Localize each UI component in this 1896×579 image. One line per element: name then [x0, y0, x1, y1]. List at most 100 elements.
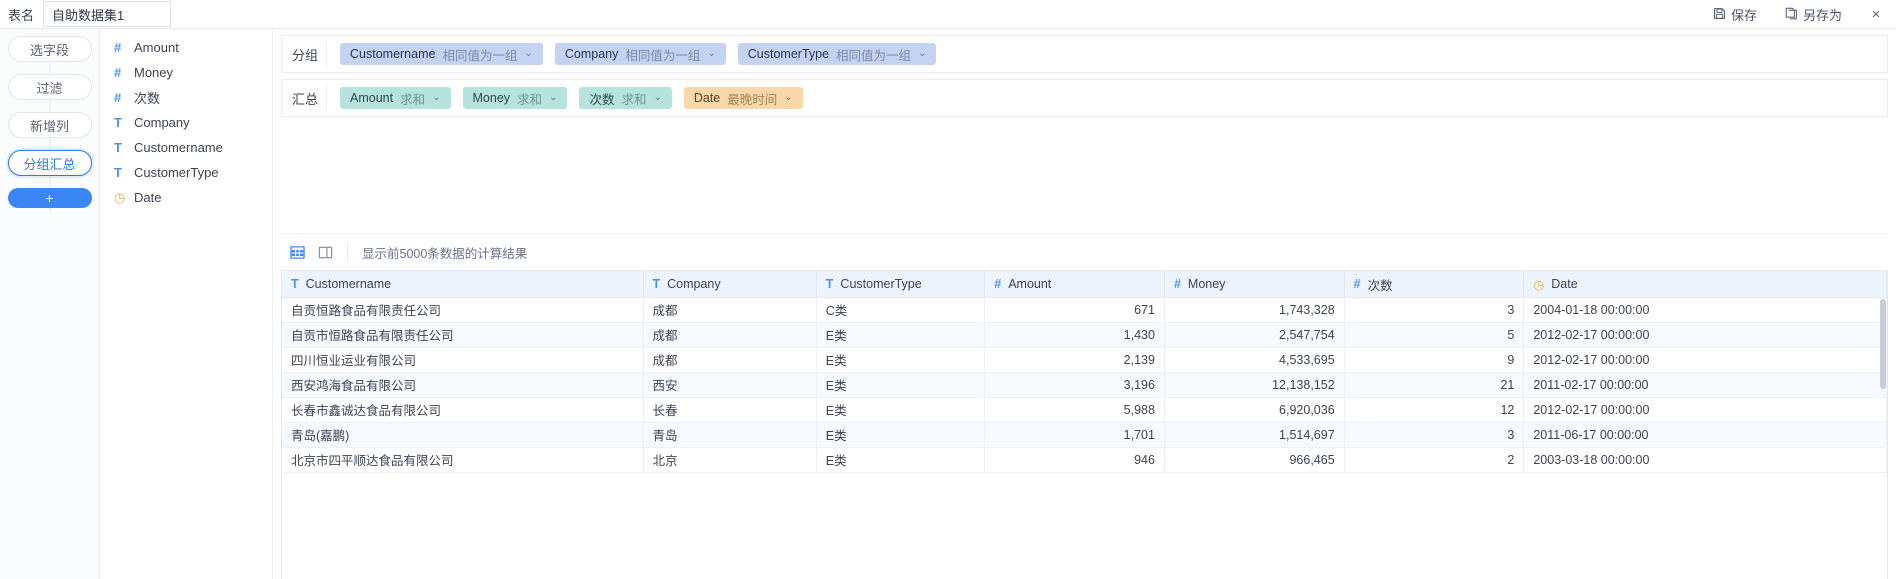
chevron-down-icon[interactable]: ⌄ [432, 93, 440, 103]
save-icon [1713, 7, 1726, 23]
table-row[interactable]: 西安鸿海食品有限公司 西安 E类 3,196 12,138,152 21 201… [282, 372, 1887, 398]
field-item-customername[interactable]: T Customername [100, 135, 272, 160]
cell-date: 2011-06-17 00:00:00 [1523, 422, 1887, 448]
cell-count: 3 [1344, 297, 1525, 323]
table-row[interactable]: 长春市鑫诚达食品有限公司 长春 E类 5,988 6,920,036 12 20… [282, 397, 1887, 423]
group-panel-label: 分组 [292, 47, 319, 63]
step-group-summary[interactable]: 分组汇总 [7, 150, 92, 176]
workspace: 选字段 过滤 新增列 分组汇总 + # Amount # Money # 次数 [0, 29, 1896, 579]
field-item-amount[interactable]: # Amount [100, 35, 272, 60]
field-item-customertype[interactable]: T CustomerType [100, 160, 272, 185]
clock-icon: ◷ [114, 189, 126, 205]
cell-count: 12 [1344, 397, 1525, 423]
number-type-icon: # [1173, 277, 1181, 291]
results-section: 显示前5000条数据的计算结果 T Customername T Company… [281, 233, 1888, 579]
group-chip-customertype[interactable]: CustomerType 相同值为一组 ⌄ [737, 43, 937, 65]
step-select-fields[interactable]: 选字段 [7, 36, 92, 62]
cell-customertype: E类 [816, 322, 986, 348]
table-row[interactable]: 北京市四平顺达食品有限公司 北京 E类 946 966,465 2 2003-0… [282, 447, 1887, 473]
cell-customername: 自贡市恒路食品有限责任公司 [282, 322, 644, 348]
cell-company: 成都 [643, 322, 817, 348]
text-type-icon: T [114, 140, 122, 155]
field-item-date[interactable]: ◷ Date [100, 185, 272, 210]
cell-customername: 四川恒业运业有限公司 [282, 347, 644, 373]
grid-view-icon[interactable] [283, 238, 311, 266]
column-header-customername[interactable]: T Customername [282, 271, 644, 298]
group-chip-op: 相同值为一组 [442, 48, 518, 63]
number-type-icon: # [994, 277, 1002, 291]
group-chip-company[interactable]: Company 相同值为一组 ⌄ [554, 43, 726, 65]
close-icon[interactable]: × [1856, 0, 1896, 29]
chevron-down-icon[interactable]: ⌄ [549, 93, 557, 103]
column-header-company[interactable]: T Company [643, 271, 817, 298]
column-header-label: CustomerType [840, 277, 922, 291]
cell-customername: 长春市鑫诚达食品有限公司 [282, 397, 644, 423]
toolbar-divider [347, 244, 348, 261]
column-header-date[interactable]: ◷ Date [1523, 271, 1887, 298]
field-item-label: 次数 [134, 91, 161, 106]
cell-amount: 1,430 [984, 322, 1165, 348]
save-as-button[interactable]: 另存为 [1771, 0, 1856, 29]
field-item-count[interactable]: # 次数 [100, 85, 272, 110]
cell-money: 1,514,697 [1164, 422, 1345, 448]
save-button-label: 保存 [1730, 8, 1757, 23]
cell-customername: 北京市四平顺达食品有限公司 [282, 447, 644, 473]
table-row[interactable]: 自贡恒路食品有限责任公司 成都 C类 671 1,743,328 3 2004-… [282, 297, 1887, 323]
cell-money: 12,138,152 [1164, 372, 1345, 398]
table-vertical-scrollbar[interactable] [1880, 299, 1886, 390]
cell-company: 西安 [643, 372, 817, 398]
table-row[interactable]: 四川恒业运业有限公司 成都 E类 2,139 4,533,695 9 2012-… [282, 347, 1887, 373]
field-item-label: Company [134, 115, 190, 130]
table-row[interactable]: 自贡市恒路食品有限责任公司 成都 E类 1,430 2,547,754 5 20… [282, 322, 1887, 348]
summary-chip-op: 最晚时间 [727, 92, 778, 107]
group-panel-divider [326, 42, 327, 66]
panel-view-icon[interactable] [311, 238, 339, 266]
group-chip-customername[interactable]: Customername 相同值为一组 ⌄ [340, 43, 543, 65]
text-type-icon: T [114, 165, 122, 180]
group-chip-field: CustomerType [747, 47, 830, 61]
chevron-down-icon[interactable]: ⌄ [653, 93, 661, 103]
cell-count: 9 [1344, 347, 1525, 373]
column-header-label: Customername [305, 277, 392, 291]
summary-chip-date[interactable]: Date 最晚时间 ⌄ [683, 87, 803, 109]
field-item-label: Money [134, 65, 174, 80]
column-header-label: 次数 [1367, 278, 1393, 293]
text-type-icon: T [652, 277, 661, 291]
column-header-customertype[interactable]: T CustomerType [816, 271, 986, 298]
dataset-name-input[interactable] [43, 1, 172, 27]
column-header-count[interactable]: # 次数 [1344, 271, 1525, 298]
chevron-down-icon[interactable]: ⌄ [524, 49, 532, 59]
chevron-down-icon[interactable]: ⌄ [784, 93, 792, 103]
step-rail-inner: 选字段 过滤 新增列 分组汇总 + [0, 36, 99, 212]
summary-chip-field: 次数 [589, 92, 615, 107]
summary-chip-money[interactable]: Money 求和 ⌄ [462, 87, 568, 109]
chevron-down-icon[interactable]: ⌄ [707, 49, 715, 59]
column-header-label: Date [1551, 277, 1578, 291]
cell-customername: 自贡恒路食品有限责任公司 [282, 297, 644, 323]
text-type-icon: T [291, 277, 299, 291]
cell-money: 966,465 [1164, 447, 1345, 473]
panel-spacer [281, 123, 1888, 229]
cell-count: 5 [1344, 322, 1525, 348]
step-add-column[interactable]: 新增列 [7, 112, 92, 138]
field-item-company[interactable]: T Company [100, 110, 272, 135]
chevron-down-icon[interactable]: ⌄ [918, 49, 926, 59]
main-panel: 分组 Customername 相同值为一组 ⌄ Company 相同值为一组 … [273, 29, 1896, 579]
add-step-button[interactable]: + [7, 188, 92, 208]
summary-chip-field: Money [472, 91, 511, 105]
summary-chip-op: 求和 [517, 92, 543, 107]
step-filter[interactable]: 过滤 [7, 74, 92, 100]
field-item-money[interactable]: # Money [100, 60, 272, 85]
cell-customertype: E类 [816, 422, 986, 448]
save-button[interactable]: 保存 [1699, 0, 1771, 29]
clock-icon: ◷ [1533, 277, 1545, 292]
column-header-amount[interactable]: # Amount [984, 271, 1165, 298]
cell-customertype: E类 [816, 372, 986, 398]
cell-amount: 1,701 [984, 422, 1165, 448]
results-toolbar: 显示前5000条数据的计算结果 [281, 234, 1888, 270]
table-row[interactable]: 青岛(嘉鹏) 青岛 E类 1,701 1,514,697 3 2011-06-1… [282, 422, 1887, 448]
summary-chip-amount[interactable]: Amount 求和 ⌄ [340, 87, 451, 109]
cell-amount: 671 [984, 297, 1165, 323]
summary-chip-count[interactable]: 次数 求和 ⌄ [579, 87, 672, 109]
column-header-money[interactable]: # Money [1164, 271, 1345, 298]
